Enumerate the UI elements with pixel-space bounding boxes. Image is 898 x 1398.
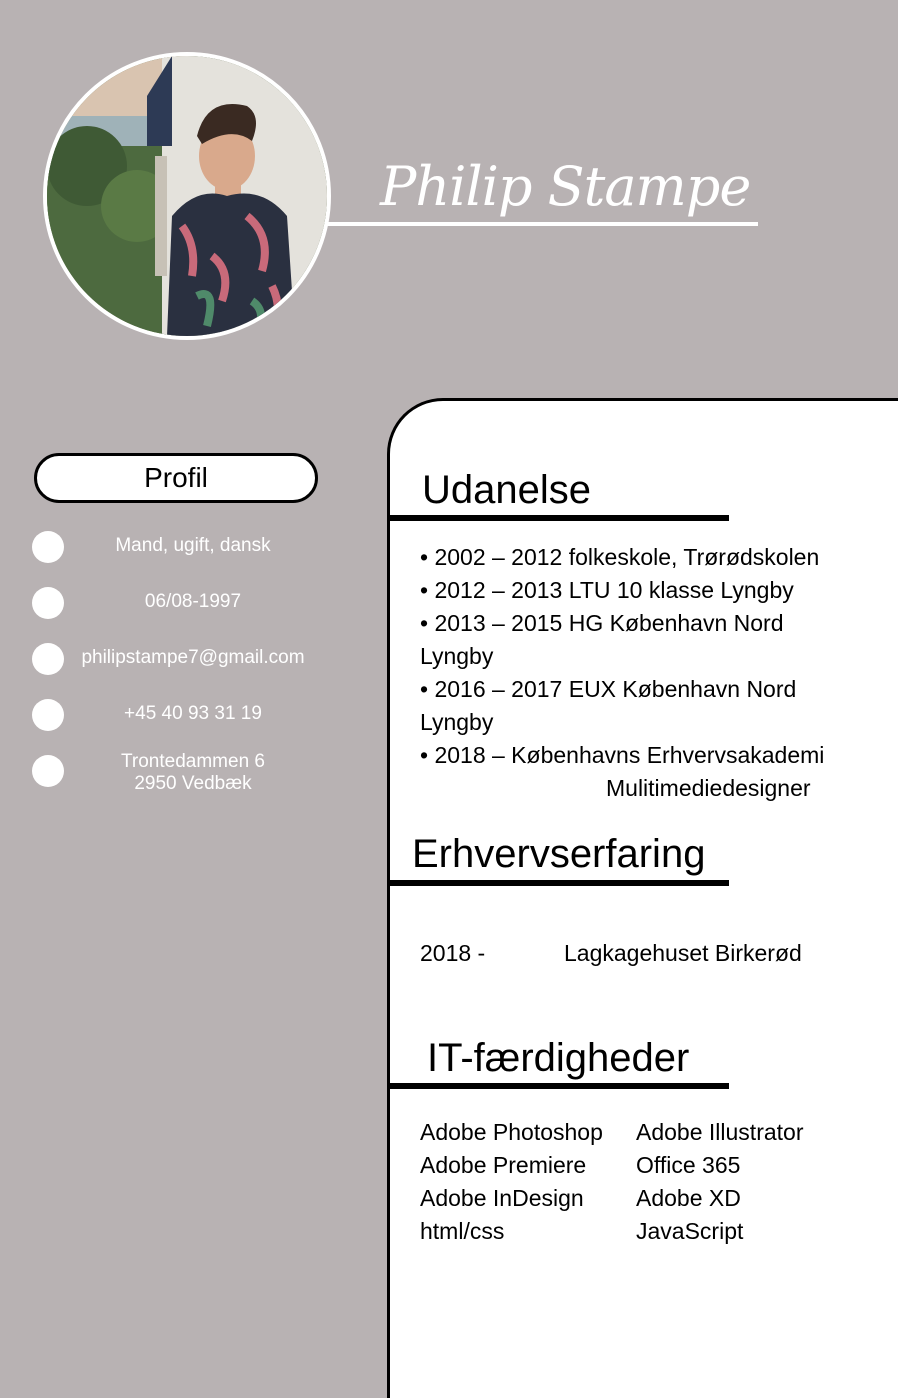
profile-item: +45 40 93 31 19 bbox=[32, 699, 332, 739]
name-underline bbox=[326, 222, 758, 226]
education-heading: Udanelse bbox=[422, 468, 592, 512]
skill-item: Adobe Illustrator bbox=[636, 1119, 804, 1145]
skill-item: Adobe Photoshop bbox=[420, 1119, 603, 1145]
list-item: • 2012 – 2013 LTU 10 klasse Lyngby bbox=[420, 577, 794, 603]
list-item: Lyngby bbox=[420, 643, 494, 669]
profile-item-text: 06/08-1997 bbox=[144, 591, 242, 612]
profile-item: philipstampe7@gmail.com bbox=[32, 643, 332, 683]
bullet-dot-icon bbox=[32, 755, 64, 787]
skill-item: Adobe InDesign bbox=[420, 1185, 584, 1211]
skills-heading: IT-færdigheder bbox=[427, 1036, 690, 1080]
bullet-dot-icon bbox=[32, 587, 64, 619]
skill-item: JavaScript bbox=[636, 1218, 744, 1244]
profile-phone: +45 40 93 31 19 bbox=[124, 703, 262, 724]
skill-item: Office 365 bbox=[636, 1152, 741, 1178]
skill-item: html/css bbox=[420, 1218, 505, 1244]
skills-rule bbox=[388, 1083, 729, 1089]
education-rule bbox=[388, 515, 729, 521]
experience-place: Lagkagehuset Birkerød bbox=[564, 940, 802, 966]
profile-photo-illustration bbox=[47, 56, 327, 336]
profile-email: philipstampe7@gmail.com bbox=[81, 647, 305, 668]
bullet-dot-icon bbox=[32, 531, 64, 563]
experience-heading: Erhvervserfaring bbox=[412, 832, 706, 876]
experience-rule bbox=[388, 880, 729, 886]
profile-heading-label: Profil bbox=[144, 462, 208, 493]
profile-heading: Profil bbox=[34, 453, 318, 503]
profile-item: Mand, ugift, dansk bbox=[32, 531, 332, 571]
education-list: • 2002 – 2012 folkeskole, Trørødskolen •… bbox=[420, 541, 880, 805]
list-item: Mulitimediedesigner bbox=[606, 775, 811, 801]
profile-address-street: Trontedammen 6 bbox=[121, 751, 265, 772]
list-item: • 2002 – 2012 folkeskole, Trørødskolen bbox=[420, 544, 820, 570]
experience-year: 2018 - bbox=[420, 940, 486, 966]
bullet-dot-icon bbox=[32, 643, 64, 675]
skill-item: Adobe Premiere bbox=[420, 1152, 587, 1178]
skill-item: Adobe XD bbox=[636, 1185, 741, 1211]
profile-item: 06/08-1997 bbox=[32, 587, 332, 627]
list-item: Lyngby bbox=[420, 709, 494, 735]
list-item: • 2016 – 2017 EUX København Nord bbox=[420, 676, 797, 702]
bullet-dot-icon bbox=[32, 699, 64, 731]
list-item: • 2018 – Københavns Erhvervsakademi bbox=[420, 742, 825, 768]
person-name: Philip Stampe bbox=[380, 155, 751, 218]
profile-item-text: Mand, ugift, dansk bbox=[115, 535, 271, 556]
list-item: • 2013 – 2015 HG København Nord bbox=[420, 610, 784, 636]
skills-grid: Adobe Photoshop Adobe Illustrator Adobe … bbox=[420, 1116, 880, 1248]
profile-item: Trontedammen 6 2950 Vedbæk bbox=[32, 751, 332, 803]
profile-address-city: 2950 Vedbæk bbox=[134, 773, 252, 794]
profile-photo bbox=[43, 52, 331, 340]
